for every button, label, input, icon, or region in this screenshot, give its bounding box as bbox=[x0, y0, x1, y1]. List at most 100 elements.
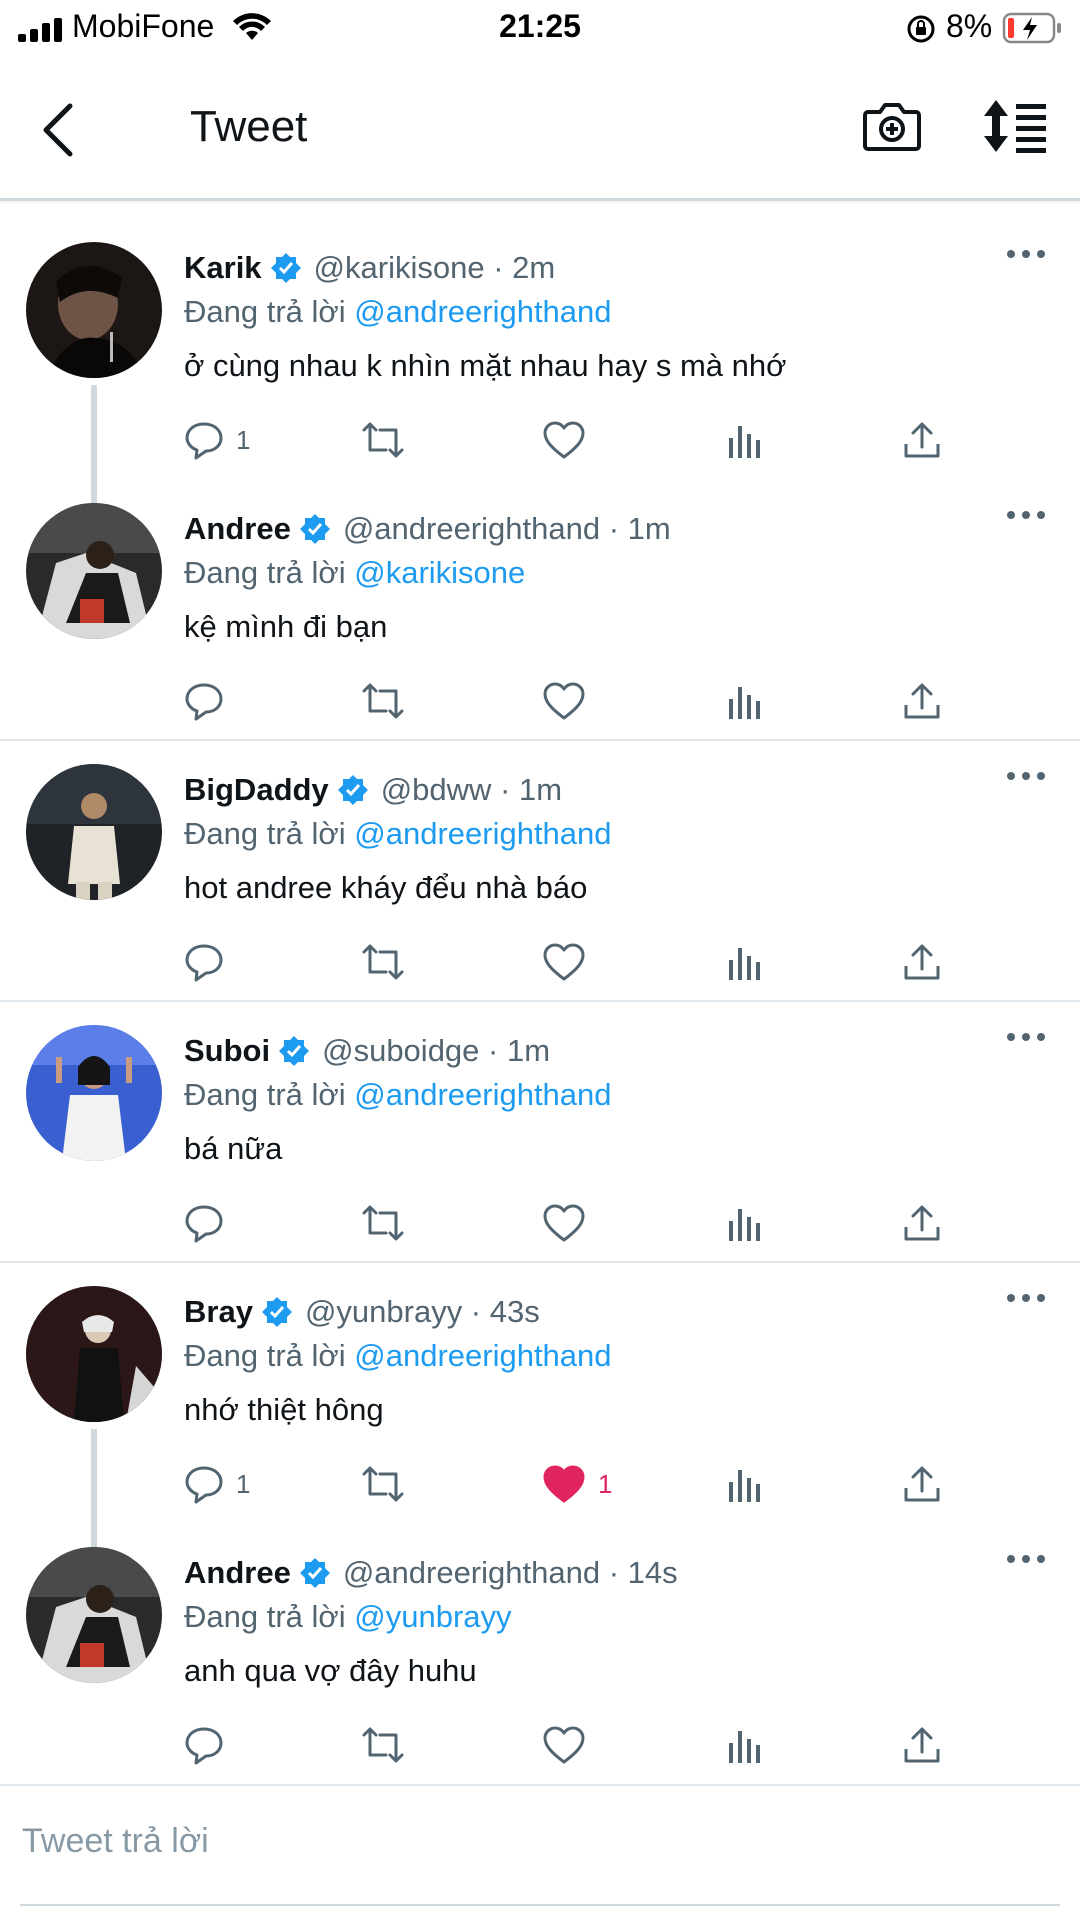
like-count: 1 bbox=[598, 1468, 613, 1499]
reply-tweet[interactable]: Bray @yunbrayy · 43s Đang trả lời @andre… bbox=[0, 1254, 1080, 1549]
reply-button[interactable] bbox=[184, 1199, 236, 1247]
replying-to: Đang trả lời @andreerighthand bbox=[184, 294, 612, 330]
action-bar bbox=[184, 677, 974, 725]
share-button[interactable] bbox=[902, 1721, 942, 1769]
retweet-button[interactable] bbox=[360, 1460, 406, 1508]
reply-button[interactable]: 1 bbox=[184, 1460, 250, 1508]
action-bar bbox=[184, 1199, 974, 1247]
camera-add-icon[interactable] bbox=[862, 98, 922, 154]
reply-button[interactable] bbox=[184, 938, 236, 986]
heart-icon bbox=[543, 943, 585, 981]
more-options-icon[interactable] bbox=[1006, 1553, 1046, 1565]
avatar[interactable] bbox=[26, 503, 162, 639]
reply-input[interactable] bbox=[20, 1808, 1024, 1874]
reply-icon bbox=[185, 1727, 223, 1765]
author-name[interactable]: BigDaddy bbox=[184, 772, 329, 808]
tweet-text: bá nữa bbox=[184, 1131, 283, 1166]
analytics-button[interactable] bbox=[724, 416, 764, 464]
reply-icon bbox=[185, 683, 223, 721]
verified-badge-icon bbox=[261, 1297, 292, 1327]
share-button[interactable] bbox=[902, 677, 942, 725]
retweet-icon bbox=[362, 944, 404, 980]
author-handle-time: @suboidge · 1m bbox=[322, 1033, 551, 1068]
reply-icon bbox=[185, 1205, 223, 1243]
author-name[interactable]: Andree bbox=[184, 1555, 291, 1591]
share-button[interactable] bbox=[902, 416, 942, 464]
verified-badge-icon bbox=[299, 1558, 330, 1588]
share-button[interactable] bbox=[902, 938, 942, 986]
like-button[interactable] bbox=[542, 677, 586, 725]
mention-link[interactable]: @andreerighthand bbox=[354, 294, 611, 329]
mention-link[interactable]: @andreerighthand bbox=[354, 1338, 611, 1373]
like-button[interactable] bbox=[542, 1721, 586, 1769]
retweet-button[interactable] bbox=[360, 938, 406, 986]
author-name[interactable]: Suboi bbox=[184, 1033, 270, 1069]
avatar[interactable] bbox=[26, 764, 162, 900]
author-handle-time: @karikisone · 2m bbox=[313, 250, 556, 285]
author-name[interactable]: Bray bbox=[184, 1294, 253, 1330]
analytics-icon bbox=[729, 1470, 760, 1502]
mention-link[interactable]: @andreerighthand bbox=[354, 816, 611, 851]
reply-tweet[interactable]: Karik @karikisone · 2m Đang trả lời @and… bbox=[0, 210, 1080, 505]
like-button[interactable] bbox=[542, 1199, 586, 1247]
share-icon bbox=[904, 944, 940, 980]
more-options-icon[interactable] bbox=[1006, 509, 1046, 521]
replying-to: Đang trả lời @andreerighthand bbox=[184, 1338, 612, 1374]
tweet-meta: Karik @karikisone · 2m bbox=[184, 250, 555, 286]
retweet-button[interactable] bbox=[360, 1199, 406, 1247]
verified-badge-icon bbox=[299, 514, 330, 544]
author-name[interactable]: Andree bbox=[184, 511, 291, 547]
avatar[interactable] bbox=[26, 1286, 162, 1422]
analytics-button[interactable] bbox=[724, 1199, 764, 1247]
tweet-meta: Andree @andreerighthand · 1m bbox=[184, 511, 671, 547]
top-bar: Tweet bbox=[0, 70, 1080, 198]
analytics-button[interactable] bbox=[724, 677, 764, 725]
analytics-button[interactable] bbox=[724, 1721, 764, 1769]
status-bar: MobiFone 21:25 8% bbox=[0, 0, 1080, 56]
reply-icon bbox=[185, 1466, 223, 1504]
retweet-button[interactable] bbox=[360, 1721, 406, 1769]
author-handle-time: @bdww · 1m bbox=[380, 772, 563, 807]
avatar[interactable] bbox=[26, 1547, 162, 1683]
analytics-button[interactable] bbox=[724, 938, 764, 986]
mention-link[interactable]: @andreerighthand bbox=[354, 1077, 611, 1112]
back-chevron-icon[interactable] bbox=[38, 100, 78, 160]
retweet-icon bbox=[362, 1466, 404, 1502]
retweet-button[interactable] bbox=[360, 416, 406, 464]
share-button[interactable] bbox=[902, 1460, 942, 1508]
more-options-icon[interactable] bbox=[1006, 248, 1046, 260]
reply-tweet[interactable]: Andree @andreerighthand · 1m Đang trả lờ… bbox=[0, 471, 1080, 731]
more-options-icon[interactable] bbox=[1006, 1031, 1046, 1043]
avatar[interactable] bbox=[26, 1025, 162, 1161]
more-options-icon[interactable] bbox=[1006, 1292, 1046, 1304]
reply-tweet[interactable]: BigDaddy @bdww · 1m Đang trả lời @andree… bbox=[0, 732, 1080, 992]
author-handle-time: @andreerighthand · 1m bbox=[342, 511, 671, 546]
like-button[interactable]: 1 bbox=[542, 1460, 612, 1508]
reply-icon bbox=[185, 422, 223, 460]
avatar[interactable] bbox=[26, 242, 162, 378]
mention-link[interactable]: @yunbrayy bbox=[354, 1599, 511, 1634]
mention-link[interactable]: @karikisone bbox=[354, 555, 525, 590]
action-bar bbox=[184, 938, 974, 986]
retweet-icon bbox=[362, 1205, 404, 1241]
reply-tweet[interactable]: Suboi @suboidge · 1m Đang trả lời @andre… bbox=[0, 993, 1080, 1253]
reply-count: 1 bbox=[236, 1468, 251, 1499]
analytics-button[interactable] bbox=[724, 1460, 764, 1508]
header-divider bbox=[0, 198, 1080, 201]
share-button[interactable] bbox=[902, 1199, 942, 1247]
reply-button[interactable] bbox=[184, 1721, 236, 1769]
reply-tweet[interactable]: Andree @andreerighthand · 14s Đang trả l… bbox=[0, 1515, 1080, 1775]
orientation-lock-icon bbox=[907, 15, 935, 43]
tweet-text: ở cùng nhau k nhìn mặt nhau hay s mà nhớ bbox=[184, 348, 787, 383]
like-button[interactable] bbox=[542, 938, 586, 986]
like-button[interactable] bbox=[542, 416, 586, 464]
tweet-meta: Suboi @suboidge · 1m bbox=[184, 1033, 550, 1069]
sort-list-icon[interactable] bbox=[982, 98, 1048, 154]
author-name[interactable]: Karik bbox=[184, 250, 262, 286]
heart-icon bbox=[543, 1204, 585, 1242]
reply-button[interactable]: 1 bbox=[184, 416, 250, 464]
more-options-icon[interactable] bbox=[1006, 770, 1046, 782]
share-icon bbox=[904, 1205, 940, 1241]
retweet-button[interactable] bbox=[360, 677, 406, 725]
reply-button[interactable] bbox=[184, 677, 236, 725]
